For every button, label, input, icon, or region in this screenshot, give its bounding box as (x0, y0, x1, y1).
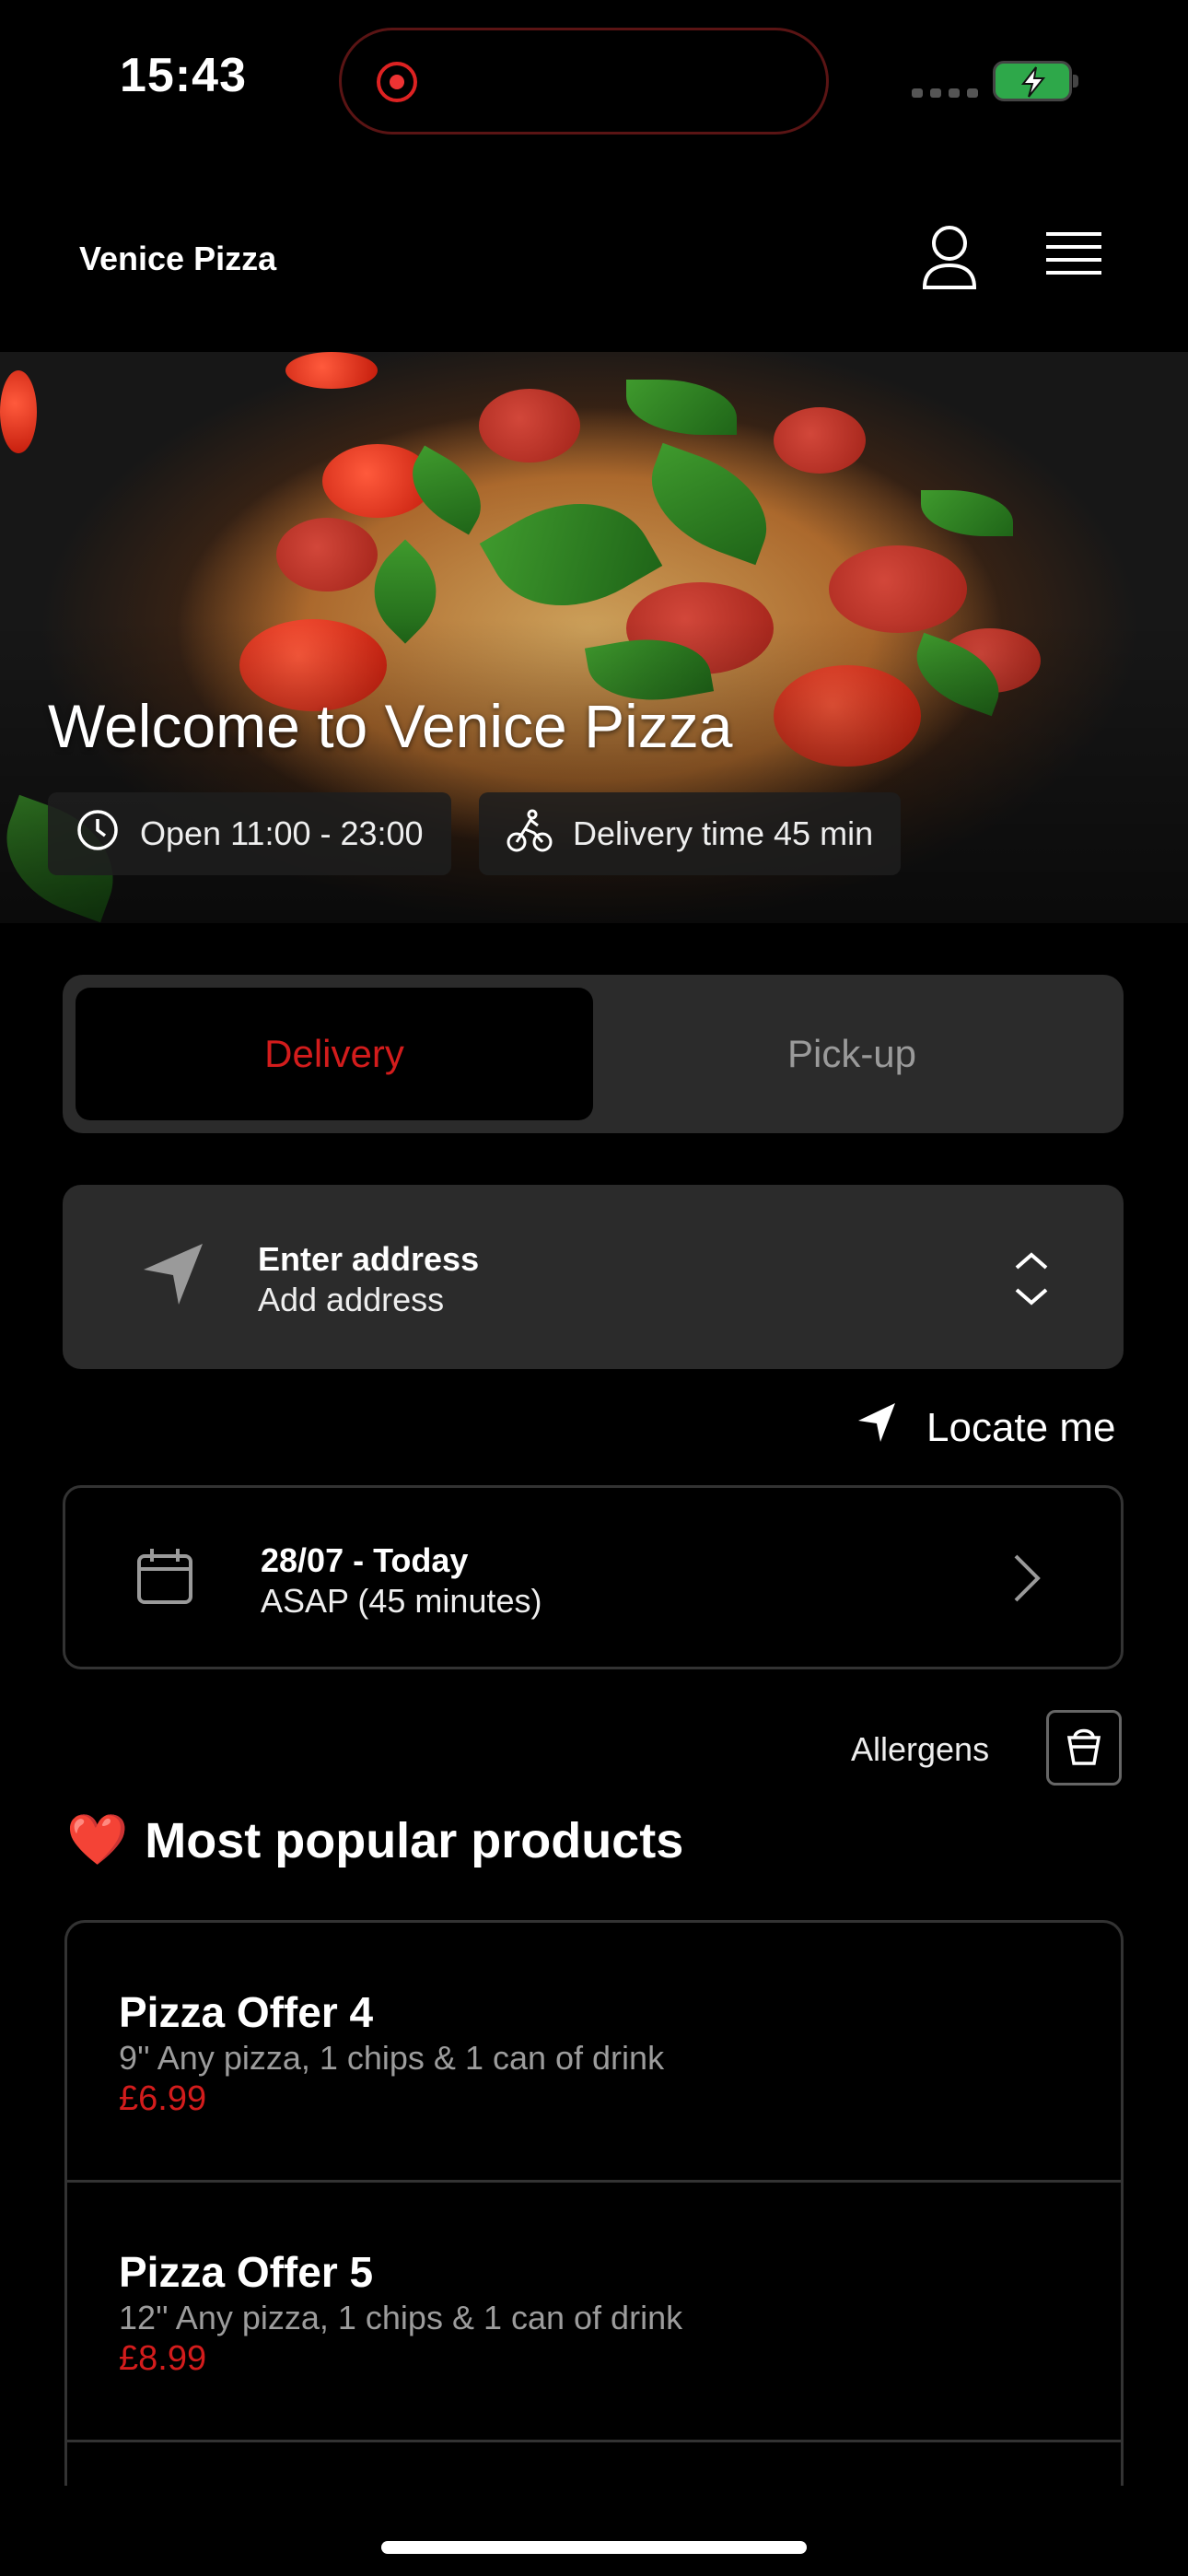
popular-section-title: ❤️ Most popular products (66, 1811, 683, 1869)
delivery-time-chip: Delivery time 45 min (479, 792, 902, 875)
schedule-selector[interactable]: 28/07 - Today ASAP (45 minutes) (63, 1485, 1124, 1669)
locate-me-button[interactable]: Locate me (855, 1400, 1115, 1455)
brand-title: Venice Pizza (79, 240, 277, 277)
locate-me-label: Locate me (926, 1404, 1116, 1450)
dynamic-island (339, 28, 829, 135)
product-item[interactable]: Pizza Offer 5 12'' Any pizza, 1 chips & … (67, 2183, 1121, 2442)
user-icon[interactable] (921, 225, 978, 296)
allergens-button[interactable] (1046, 1710, 1122, 1786)
delivery-time-text: Delivery time 45 min (573, 814, 874, 852)
hours-text: Open 11:00 - 23:00 (140, 814, 424, 852)
calendar-icon (135, 1547, 194, 1610)
pickup-tab[interactable]: Pick-up (593, 988, 1111, 1120)
heart-emoji: ❤️ (66, 1812, 129, 1868)
chevron-up-down-icon (1013, 1249, 1050, 1313)
allergens-icon (1066, 1725, 1102, 1772)
address-selector[interactable]: Enter address Add address (63, 1185, 1124, 1369)
schedule-date: 28/07 - Today (261, 1541, 469, 1579)
product-description: 9'' Any pizza, 1 chips & 1 can of drink (119, 2039, 665, 2077)
navigation-arrow-icon (855, 1400, 899, 1455)
product-price: £8.99 (119, 2339, 207, 2378)
product-item[interactable]: Pizza Offer 4 9'' Any pizza, 1 chips & 1… (67, 1923, 1121, 2183)
delivery-tab[interactable]: Delivery (76, 988, 593, 1120)
clock-icon (76, 808, 120, 861)
hero-title: Welcome to Venice Pizza (48, 692, 733, 760)
schedule-time: ASAP (45 minutes) (261, 1582, 542, 1620)
bike-icon (507, 807, 553, 861)
hero-banner: Welcome to Venice Pizza Open 11:00 - 23:… (0, 352, 1188, 923)
product-name: Pizza Offer 4 (119, 1988, 374, 2036)
status-time: 15:43 (120, 49, 247, 102)
home-indicator[interactable] (381, 2541, 807, 2554)
address-subtitle: Add address (258, 1281, 445, 1318)
battery-icon (993, 61, 1078, 101)
signal-icon (912, 88, 978, 98)
chevron-right-icon (1012, 1552, 1042, 1609)
order-mode-toggle: Delivery Pick-up (63, 975, 1124, 1133)
record-icon (377, 62, 417, 102)
popular-title: Most popular products (145, 1812, 684, 1868)
navigation-arrow-icon (136, 1238, 210, 1317)
product-name: Pizza Offer 5 (119, 2248, 374, 2296)
menu-icon[interactable] (1044, 230, 1103, 288)
product-price: £6.99 (119, 2079, 207, 2118)
hours-chip: Open 11:00 - 23:00 (48, 792, 451, 875)
address-title: Enter address (258, 1240, 480, 1278)
allergens-label: Allergens (851, 1730, 990, 1768)
product-list: Pizza Offer 4 9'' Any pizza, 1 chips & 1… (64, 1920, 1124, 2486)
product-description: 12'' Any pizza, 1 chips & 1 can of drink (119, 2299, 683, 2336)
